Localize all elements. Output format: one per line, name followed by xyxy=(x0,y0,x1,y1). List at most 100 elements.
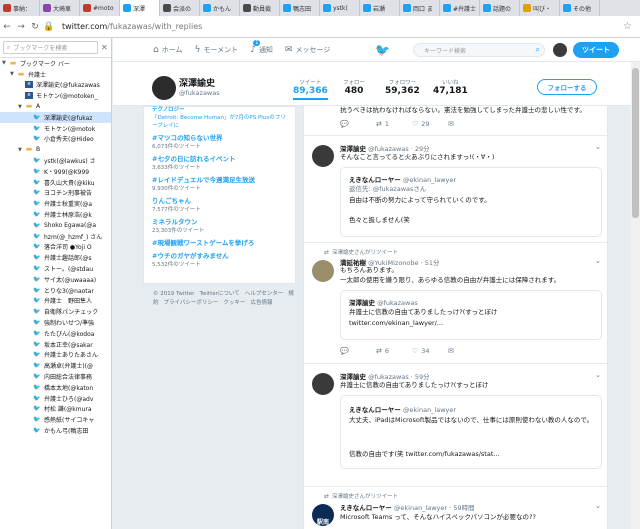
trend-partial[interactable]: テクノロジー 「Detroit: Become Human」が7月のPS Plu… xyxy=(152,105,287,129)
bookmark-item[interactable]: 🐦 弁護士ひろ(@adv xyxy=(0,393,111,404)
tweet-avatar[interactable] xyxy=(312,145,334,167)
browser-tab[interactable]: 大崎車 xyxy=(40,0,80,16)
footer-link[interactable]: クッキー xyxy=(223,300,245,306)
footer-link[interactable]: プライバシーポリシー xyxy=(164,300,219,306)
dm-button[interactable]: ✉ xyxy=(448,120,484,128)
tweet-time[interactable]: · 29分 xyxy=(411,145,430,153)
profile-stat[interactable]: フォロー 480 xyxy=(343,78,365,96)
bookmark-item[interactable]: 🐦 弁護士林原浩(@k xyxy=(0,209,111,220)
bookmark-item[interactable]: 🐦 落合洋司 ●Yoji O xyxy=(0,242,111,253)
bookmark-item[interactable]: 🐦 K・999(@K999 xyxy=(0,166,111,177)
chevron-down-icon[interactable]: ⌄ xyxy=(595,371,601,379)
twitter-search-input[interactable]: キーワード検索 ⌕ xyxy=(413,43,545,57)
bookmark-item[interactable]: 🐦 小倉秀夫(@Hideo xyxy=(0,134,111,145)
tweet[interactable]: 深澤諭史 @fukazawas · 29分 ⌄ そんなこと言ってると火あぶりにさ… xyxy=(304,137,607,243)
url-field[interactable]: twitter.com/fukazawas/with_replies xyxy=(62,22,202,31)
scrollbar-thumb[interactable] xyxy=(632,68,639,218)
browser-tab[interactable]: 動員裁 xyxy=(240,0,280,16)
browser-tab[interactable]: 岡口 ま xyxy=(400,0,440,16)
tweet-time[interactable]: · 59時間 xyxy=(449,504,474,512)
bookmark-item[interactable]: 🐦 内田総合法律事務 xyxy=(0,371,111,382)
page-scrollbar[interactable] xyxy=(631,62,640,529)
nav-moments[interactable]: ϟ モーメント xyxy=(195,45,239,55)
bookmark-item[interactable]: 🐦 ストー。(@stdau xyxy=(0,263,111,274)
bookmark-item[interactable]: 🐦 弁護士秋重実(@a xyxy=(0,198,111,209)
browser-tab[interactable]: ystk( xyxy=(320,0,360,16)
chevron-down-icon[interactable]: ⌄ xyxy=(595,257,601,265)
browser-tab[interactable]: 深澤 xyxy=(120,0,160,16)
profile-stat[interactable]: フォロワー 59,362 xyxy=(385,78,420,96)
bookmark-item[interactable]: 🐦 ystk(@lawkus) さ xyxy=(0,155,111,166)
browser-tab[interactable]: 会派の xyxy=(160,0,200,16)
trend-item[interactable]: #七夕の日に訪れるイベント 3,633件のツイート xyxy=(152,153,287,171)
trend-item[interactable]: #レイドデュエルで今週満足生放送 9,930件のツイート xyxy=(152,174,287,192)
profile-stat[interactable]: ツイート 89,366 xyxy=(293,78,328,100)
bookmark-item[interactable]: 🐦 喜久山大貴(@kiku xyxy=(0,177,111,188)
expand-toggle-icon[interactable]: ▼ xyxy=(18,147,25,153)
bookmark-item[interactable]: 🐦 Shoko Egawa(@a xyxy=(0,220,111,231)
tweet-author-name[interactable]: 深澤諭史 xyxy=(340,373,366,381)
bookmark-item[interactable]: 🐦 村松 謙(@kmura xyxy=(0,404,111,415)
bookmark-folder[interactable]: ▼ ▬ A xyxy=(0,101,111,112)
bookmark-item[interactable]: 🐦 高瀬卓(弁護士)(@ xyxy=(0,360,111,371)
bookmark-item[interactable]: 🐦 弁護士 野田隼人 xyxy=(0,296,111,307)
like-button[interactable]: ♡ 34 xyxy=(412,347,448,355)
tweet[interactable]: ⇄ 深澤諭史さんがリツイート 駅南 えきなんローヤー @ekinan_lawyer… xyxy=(304,488,607,529)
close-icon[interactable]: ✕ xyxy=(101,43,111,52)
tweet-button[interactable]: ツイート xyxy=(573,42,619,58)
nav-messages[interactable]: ✉ メッセージ xyxy=(285,45,330,55)
bookmark-item[interactable]: 🐦 弁護士ありたあさん xyxy=(0,350,111,361)
chevron-down-icon[interactable]: ⌄ xyxy=(595,143,601,151)
browser-tab[interactable]: #moto xyxy=(80,0,120,16)
tweet-partial[interactable]: 抗うべきは抗わなければならない。憲法を勉強してしまった弁護士の悲しい性です。 💬… xyxy=(304,106,607,136)
footer-link[interactable]: Twitterについて xyxy=(199,291,239,297)
trend-item[interactable]: #現場観戦ワーストゲームを挙げろ xyxy=(152,237,287,247)
bookmark-search-input[interactable]: ⌕ ブックマークを検索 xyxy=(3,41,98,54)
bookmark-item[interactable]: 🐦 深澤諭史(@fukaz xyxy=(0,111,111,123)
browser-tab[interactable]: #弁護士 xyxy=(440,0,480,16)
reload-icon[interactable]: ↻ xyxy=(28,22,42,32)
bookmark-item[interactable]: 🐦 モトケン(@motok xyxy=(0,123,111,134)
profile-stat[interactable]: いいね 47,181 xyxy=(433,78,468,96)
back-icon[interactable]: ← xyxy=(0,22,14,32)
bookmark-folder[interactable]: ▼ ▬ ブックマーク バー xyxy=(0,58,111,69)
bookmark-item[interactable]: 🐦 強制わいせつ/準強 xyxy=(0,317,111,328)
tweet-avatar[interactable]: 駅南 xyxy=(312,504,334,526)
browser-tab[interactable]: 話題の xyxy=(480,0,520,16)
retweet-button[interactable]: ⇄ 1 xyxy=(376,120,412,128)
expand-toggle-icon[interactable]: ▼ xyxy=(2,60,9,66)
quoted-tweet[interactable]: えきなんローヤー @ekinan_lawyer 大丈夫、iPadはMicroso… xyxy=(340,395,602,469)
bookmark-item[interactable]: e 深澤諭史(@fukazawas xyxy=(0,80,111,91)
tweet-avatar[interactable] xyxy=(312,260,334,282)
twitter-bird-logo-icon[interactable]: 🐦 xyxy=(375,43,390,57)
tweet-author-name[interactable]: えきなんローヤー xyxy=(340,504,392,512)
quote-link[interactable]: twitter.com/ekinan_lawyer/... xyxy=(349,319,595,328)
browser-tab[interactable]: 岩瀬 xyxy=(360,0,400,16)
reply-button[interactable]: 💬 xyxy=(340,347,376,355)
bookmark-item[interactable]: 🐦 サイ太(@uwaaaa) xyxy=(0,274,111,285)
forward-icon[interactable]: → xyxy=(14,22,28,32)
like-button[interactable]: ♡ 29 xyxy=(412,120,448,128)
browser-tab[interactable]: 鴨志田 xyxy=(280,0,320,16)
follow-button[interactable]: フォローする xyxy=(537,79,597,95)
bookmark-item[interactable]: 🐦 自衛隊パンチェック xyxy=(0,306,111,317)
profile-name[interactable]: 深澤諭史 xyxy=(179,76,215,89)
quoted-tweet[interactable]: えきなんローヤー @ekinan_lawyer 返信先: @fukazawasさ… xyxy=(340,167,602,237)
footer-link[interactable]: 広告情報 xyxy=(250,300,272,306)
bookmark-item[interactable]: 🐦 かもん弓(鴨志田 xyxy=(0,425,111,436)
bookmark-item[interactable]: 🐦 弁護士趣話郎(@s xyxy=(0,252,111,263)
footer-link[interactable]: ヘルプセンター xyxy=(245,291,284,297)
bookmark-item[interactable]: 🐦 橋本太地(@katon xyxy=(0,382,111,393)
tweet-author-name[interactable]: 深澤諭史 xyxy=(340,145,366,153)
nav-notifications[interactable]: ♪ 1 通知 xyxy=(250,39,273,55)
quoted-tweet[interactable]: 深澤諭史 @fukazawas 弁護士に信教の自由てありましたっけ?(すっとぼけ… xyxy=(340,290,602,340)
chevron-down-icon[interactable]: ⌄ xyxy=(595,502,601,510)
bookmark-item[interactable]: 🐦 ヨコチン刑事被告 xyxy=(0,188,111,199)
tweet[interactable]: 深澤諭史 @fukazawas · 59分 ⌄ 弁護士に信教の自由てありましたっ… xyxy=(304,365,607,487)
trend-item[interactable]: #マツコの知らない世界 6,073件のツイート xyxy=(152,132,287,150)
bookmark-item[interactable]: e モトケン(@motoken_ xyxy=(0,90,111,101)
tweet[interactable]: ⇄ 深澤諭史さんがリツイート 満延祐樹 @YukiMizonobe · 51分 ⌄… xyxy=(304,244,607,364)
trend-item[interactable]: りんごちゃん 7,577件のツイート xyxy=(152,195,287,213)
user-avatar[interactable] xyxy=(553,43,567,57)
nav-home[interactable]: ⌂ ホーム xyxy=(153,45,183,55)
